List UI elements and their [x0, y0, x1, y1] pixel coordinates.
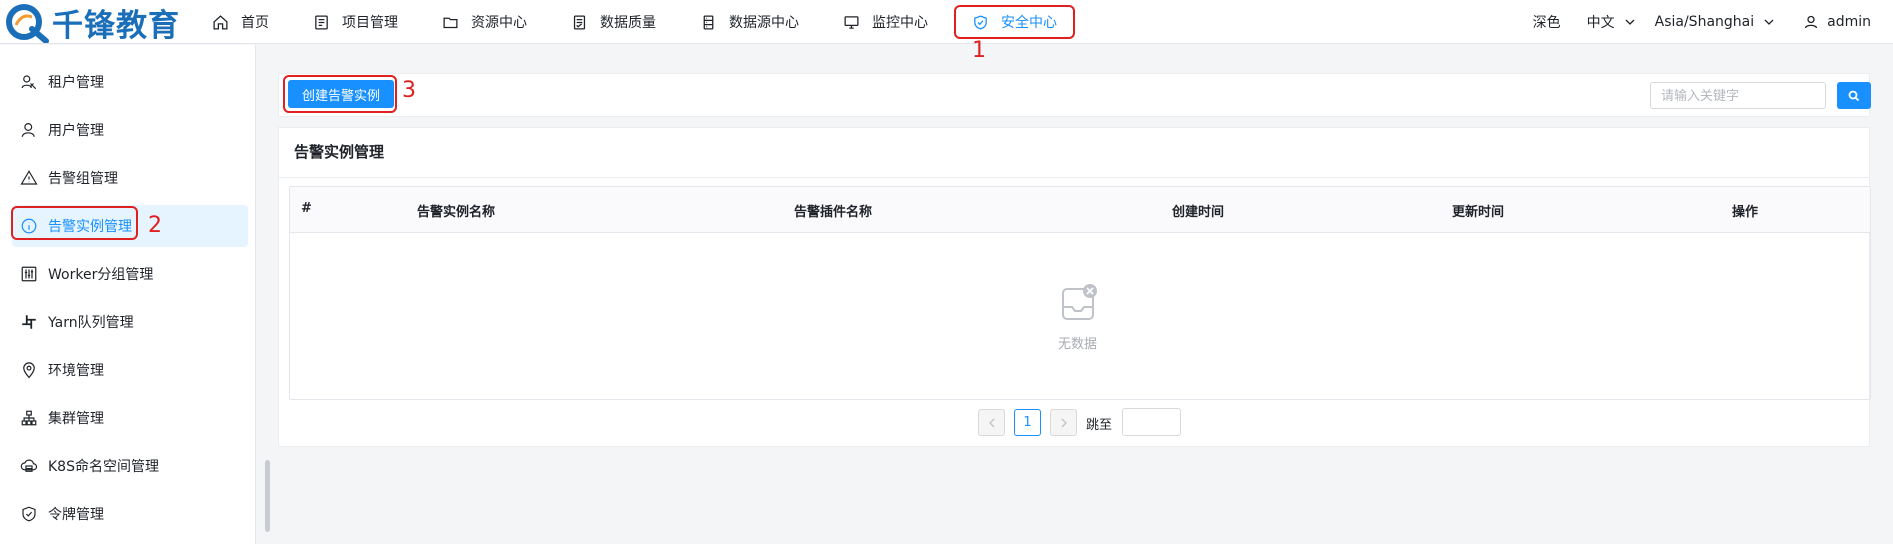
info-circle-icon [21, 218, 37, 234]
user-icon [1804, 15, 1818, 29]
top-header: 千锋教育 首页 项目管理 资源中心 数据质量 数据源中心 监控中心 安全中心 深… [0, 0, 1893, 44]
warning-icon [20, 170, 38, 185]
column-header-create-time[interactable]: 创建时间 [1172, 201, 1224, 220]
sidebar-scrollbar[interactable] [265, 460, 270, 532]
timezone-select[interactable]: Asia/Shanghai [1655, 14, 1775, 30]
toolbar-card [278, 73, 1870, 117]
sidebar-item-alarm-group[interactable]: 告警组管理 [12, 157, 248, 199]
nav-label: 数据质量 [600, 15, 656, 31]
database-icon [703, 14, 714, 30]
slack-icon [22, 315, 36, 329]
page-number-button[interactable]: 1 [1014, 409, 1041, 436]
sidebar-item-yarn-queue[interactable]: Yarn队列管理 [12, 301, 248, 343]
card-title: 告警实例管理 [294, 143, 385, 161]
username: admin [1827, 14, 1871, 30]
sidebar-item-label: 告警组管理 [48, 171, 118, 187]
shield-check-icon [974, 14, 987, 30]
nav-monitor-center[interactable]: 监控中心 [831, 5, 940, 39]
nav-label: 监控中心 [872, 15, 928, 31]
language-label: 中文 [1586, 15, 1615, 31]
column-header-actions: 操作 [1732, 205, 1759, 220]
chevron-left-icon [988, 418, 994, 427]
nav-data-quality[interactable]: 数据质量 [559, 5, 668, 39]
tenant-icon [21, 75, 37, 90]
nav-label: 安全中心 [1001, 15, 1057, 31]
location-icon [23, 362, 35, 379]
sidebar-item-label: 集群管理 [48, 411, 104, 427]
cloud-server-icon [20, 459, 38, 472]
column-header-instance-name[interactable]: 告警实例名称 [417, 201, 495, 220]
theme-toggle[interactable]: 深色 [1533, 12, 1561, 32]
card-divider [279, 177, 1869, 178]
empty-text: 无数据 [1058, 337, 1098, 352]
nav-resource-center[interactable]: 资源中心 [430, 5, 539, 39]
annotation-one: 1 [972, 38, 986, 63]
sidebar-item-label: K8S命名空间管理 [48, 459, 159, 475]
sidebar-item-alarm-instance[interactable]: 告警实例管理 [12, 205, 248, 247]
main-nav: 首页 项目管理 资源中心 数据质量 数据源中心 监控中心 安全中心 [200, 0, 1075, 44]
chevron-down-icon [1764, 19, 1774, 25]
chevron-right-icon [1061, 418, 1067, 427]
nav-home[interactable]: 首页 [200, 5, 281, 39]
user-icon [21, 123, 35, 137]
sidebar-item-environment[interactable]: 环境管理 [12, 349, 248, 391]
monitor-icon [844, 15, 859, 29]
sidebar-item-token[interactable]: 令牌管理 [12, 493, 248, 535]
sidebar-item-label: 告警实例管理 [48, 219, 132, 235]
sidebar-item-label: 租户管理 [48, 75, 104, 91]
nav-label: 数据源中心 [729, 15, 799, 31]
folder-icon [443, 17, 458, 28]
nav-label: 资源中心 [471, 15, 527, 31]
sidebar-item-label: Yarn队列管理 [48, 315, 134, 331]
sidebar-item-tenant[interactable]: 租户管理 [12, 61, 248, 103]
sidebar-item-worker-group[interactable]: Worker分组管理 [12, 253, 248, 295]
logo[interactable]: 千锋教育 [2, 1, 180, 44]
search-button[interactable] [1837, 82, 1871, 109]
sidebar-item-user[interactable]: 用户管理 [12, 109, 248, 151]
table-header [290, 187, 1870, 233]
sidebar-item-cluster[interactable]: 集群管理 [12, 397, 248, 439]
sliders-icon [21, 266, 37, 282]
project-list-icon [315, 14, 328, 30]
user-menu[interactable]: admin [1804, 14, 1871, 30]
nav-label: 首页 [241, 15, 269, 31]
prev-page-button[interactable] [978, 409, 1005, 436]
sidebar-item-label: 环境管理 [48, 363, 104, 379]
column-header-plugin-name[interactable]: 告警插件名称 [794, 201, 872, 220]
nav-security-center[interactable]: 安全中心 [954, 5, 1075, 39]
nav-label: 项目管理 [342, 15, 398, 31]
shield-icon [22, 506, 36, 522]
language-select[interactable]: 中文 [1587, 12, 1635, 32]
next-page-button[interactable] [1050, 409, 1077, 436]
sidebar-item-label: 用户管理 [48, 123, 104, 139]
annotation-three: 3 [402, 78, 416, 103]
sidebar-item-label: Worker分组管理 [48, 267, 154, 283]
empty-inbox-icon [1062, 284, 1097, 320]
jump-to-label: 跳至 [1086, 418, 1113, 433]
timezone-label: Asia/Shanghai [1654, 14, 1755, 30]
theme-label: 深色 [1532, 15, 1561, 31]
search-input[interactable] [1650, 82, 1826, 109]
annotation-two: 2 [148, 213, 162, 238]
sidebar-item-label: 令牌管理 [48, 507, 104, 523]
sidebar-item-k8s-namespace[interactable]: K8S命名空间管理 [12, 445, 248, 487]
column-header-index: # [301, 201, 312, 216]
logo-mark-icon [6, 4, 49, 43]
home-icon [213, 14, 228, 30]
search-icon [1848, 90, 1860, 101]
create-alarm-instance-button[interactable]: 创建告警实例 [288, 80, 394, 108]
sidebar: 租户管理 用户管理 告警组管理 告警实例管理 Worker分组管理 Yarn队列… [0, 45, 270, 544]
column-header-update-time[interactable]: 更新时间 [1452, 201, 1504, 220]
nav-datasource-center[interactable]: 数据源中心 [688, 5, 811, 39]
chevron-down-icon [1625, 19, 1635, 25]
document-check-icon [573, 14, 586, 30]
header-tools: 深色 中文 Asia/Shanghai admin [1533, 0, 1893, 44]
logo-text: 千锋教育 [52, 7, 180, 44]
jump-page-input[interactable] [1122, 408, 1181, 436]
nav-project-management[interactable]: 项目管理 [301, 5, 410, 39]
cluster-icon [21, 410, 37, 426]
